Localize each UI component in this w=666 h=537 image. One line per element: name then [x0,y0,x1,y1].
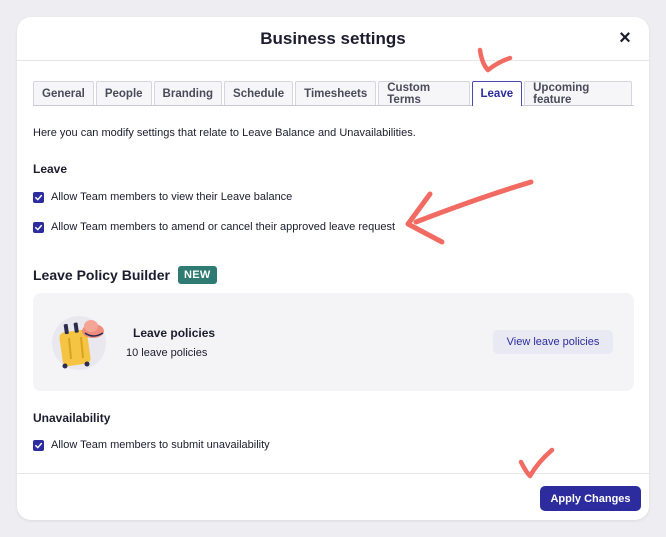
leave-option-view-balance: Allow Team members to view their Leave b… [33,191,292,203]
card-title: Leave policies [133,326,216,340]
tab-upcoming-feature[interactable]: Upcoming feature [524,81,632,106]
policy-count: 10 leave policies [126,347,208,359]
checkmark-icon[interactable] [33,221,44,233]
tab-custom-terms[interactable]: Custom Terms [378,81,470,106]
apply-changes-button[interactable]: Apply Changes [540,486,641,511]
leave-option-amend-request: Allow Team members to amend or cancel th… [33,221,395,233]
policy-builder-title: Leave Policy Builder [33,267,170,283]
unavailability-heading: Unavailability [33,411,111,425]
leave-heading: Leave [33,162,68,176]
new-badge: NEW [177,266,217,284]
business-settings-modal: Business settings × General People Brand… [17,17,649,520]
tab-branding[interactable]: Branding [153,81,223,105]
tab-leave[interactable]: Leave [471,81,523,106]
tab-timesheets[interactable]: Timesheets [295,81,377,105]
tab-people[interactable]: People [95,81,152,105]
leave-description: Here you can modify settings that relate… [33,127,416,139]
modal-title: Business settings [260,29,406,48]
unavailability-option-submit: Allow Team members to submit unavailabil… [33,439,270,451]
close-icon[interactable]: × [615,27,635,49]
policy-builder-heading: Leave Policy Builder NEW [33,266,217,284]
checkbox-label: Allow Team members to amend or cancel th… [51,221,396,233]
footer-divider [17,473,649,474]
checkbox-label: Allow Team members to submit unavailabil… [51,439,270,451]
leave-policies-card: Leave policies 10 leave policies View le… [33,293,634,391]
settings-tabs: General People Branding Schedule Timeshe… [33,81,634,106]
modal-header: Business settings × [17,17,649,61]
checkmark-icon[interactable] [33,439,44,451]
checkmark-icon[interactable] [33,191,44,203]
tab-schedule[interactable]: Schedule [224,81,294,105]
tab-general[interactable]: General [33,81,94,105]
view-leave-policies-button[interactable]: View leave policies [493,330,613,354]
checkbox-label: Allow Team members to view their Leave b… [51,191,293,203]
luggage-icon [52,316,106,370]
